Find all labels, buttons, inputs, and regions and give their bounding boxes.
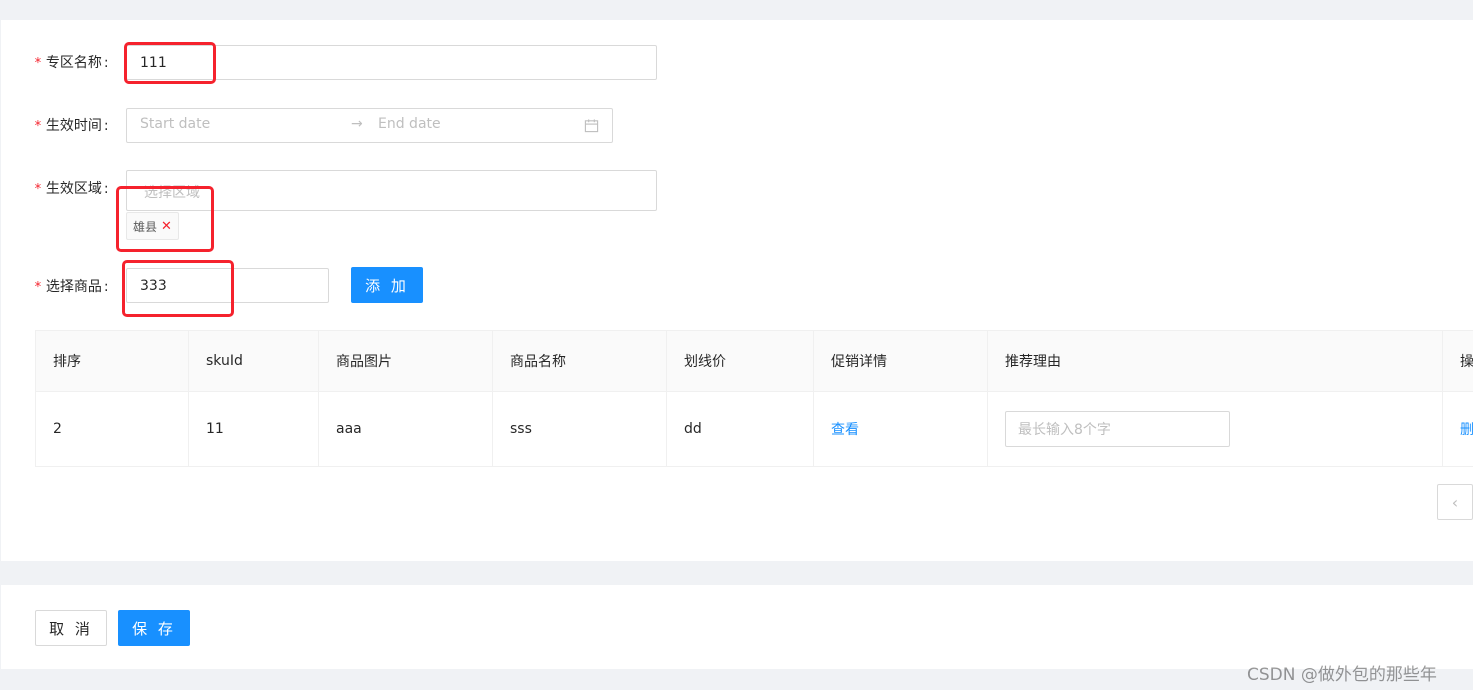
- effective-region-label: * 生效区域:: [34, 181, 109, 197]
- header-list-price: 划线价: [666, 330, 814, 392]
- region-tag: 雄县 ✕: [126, 212, 179, 240]
- header-reason: 推荐理由: [987, 330, 1443, 392]
- start-date-input[interactable]: Start date: [140, 116, 210, 132]
- required-mark: *: [34, 56, 42, 71]
- footer-card: [1, 585, 1473, 669]
- cancel-button[interactable]: 取 消: [35, 610, 107, 646]
- range-arrow-icon: →: [351, 116, 363, 132]
- table-row: 2 11 aaa sss dd 查看 最长输入8个字 删: [35, 391, 1473, 467]
- required-mark: *: [34, 182, 42, 197]
- delete-link[interactable]: 删: [1460, 422, 1473, 438]
- view-promo-link[interactable]: 查看: [831, 422, 859, 438]
- region-tag-label: 雄县: [133, 219, 158, 234]
- close-icon[interactable]: ✕: [161, 219, 172, 234]
- save-button[interactable]: 保 存: [118, 610, 190, 646]
- effective-time-range-picker[interactable]: Start date → End date: [126, 108, 613, 143]
- required-mark: *: [34, 119, 42, 134]
- zone-name-label: * 专区名称:: [34, 55, 109, 71]
- cell-promo: 查看: [813, 391, 988, 467]
- header-sku-id: skuId: [188, 330, 319, 392]
- region-select[interactable]: 选择区域: [126, 170, 657, 211]
- goods-input[interactable]: 333: [126, 268, 329, 303]
- region-select-placeholder: 选择区域: [144, 185, 200, 201]
- end-date-input[interactable]: End date: [378, 116, 441, 132]
- prev-page-button[interactable]: ‹: [1437, 484, 1473, 520]
- header-sort: 排序: [35, 330, 189, 392]
- cell-sort: 2: [35, 391, 189, 467]
- header-promo: 促销详情: [813, 330, 988, 392]
- header-action: 操: [1442, 330, 1473, 392]
- cell-action: 删: [1442, 391, 1473, 467]
- table-header-row: 排序 skuId 商品图片 商品名称 划线价 促销详情 推荐理由 操: [35, 330, 1473, 392]
- cell-sku-id: 11: [188, 391, 319, 467]
- cell-name: sss: [492, 391, 667, 467]
- cell-list-price: dd: [666, 391, 814, 467]
- goods-table: 排序 skuId 商品图片 商品名称 划线价 促销详情 推荐理由 操 2 11 …: [35, 330, 1473, 467]
- required-mark: *: [34, 280, 42, 295]
- chevron-left-icon: ‹: [1451, 492, 1459, 512]
- header-image: 商品图片: [318, 330, 493, 392]
- calendar-icon: [584, 119, 599, 133]
- add-button[interactable]: 添 加: [351, 267, 423, 303]
- watermark: CSDN @做外包的那些年: [1247, 665, 1437, 685]
- reason-input[interactable]: 最长输入8个字: [1005, 411, 1230, 447]
- header-name: 商品名称: [492, 330, 667, 392]
- cell-reason: 最长输入8个字: [987, 391, 1443, 467]
- zone-name-input[interactable]: 111: [126, 45, 657, 80]
- select-goods-label: * 选择商品:: [34, 279, 109, 295]
- cell-image: aaa: [318, 391, 493, 467]
- effective-time-label: * 生效时间:: [34, 118, 109, 134]
